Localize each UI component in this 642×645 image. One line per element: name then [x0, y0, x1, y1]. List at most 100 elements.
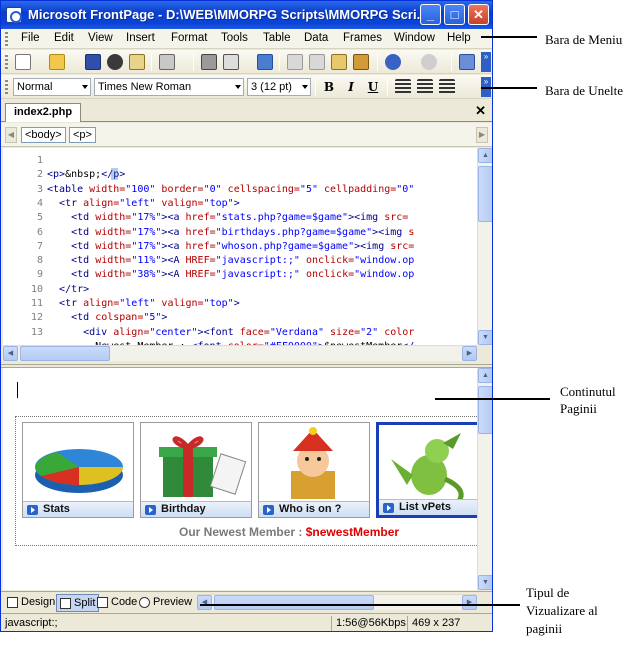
design-horizontal-scrollbar[interactable]: ◀ ▶ [197, 594, 477, 610]
menu-help[interactable]: Help [447, 32, 471, 44]
code-view-button[interactable]: Code [94, 594, 140, 612]
whoson-cell[interactable]: Who is on ? [258, 422, 370, 518]
design-vertical-scrollbar[interactable]: ▲ ▼ [477, 368, 492, 590]
toolbar-grip-icon[interactable] [5, 55, 8, 69]
stats-cell[interactable]: Stats [22, 422, 134, 518]
preview-view-button[interactable]: Preview [136, 594, 195, 612]
code-line[interactable]: 4 <tr align="left" valign="top"> [3, 198, 477, 212]
design-view-button[interactable]: Design [4, 594, 58, 612]
stats-label[interactable]: Stats [23, 501, 133, 517]
code-line[interactable]: 5 <td width="17%"><a href="stats.php?gam… [3, 212, 477, 226]
line-number: 13 [30, 326, 43, 338]
scroll-up-icon[interactable]: ▲ [478, 368, 492, 383]
scroll-right-icon[interactable]: ▶ [462, 346, 477, 361]
birthday-label[interactable]: Birthday [141, 501, 251, 517]
menu-frames[interactable]: Frames [343, 32, 382, 44]
split-view-button[interactable]: Split [56, 594, 100, 612]
menu-tools[interactable]: Tools [221, 32, 248, 44]
arrow-bullet-icon [145, 505, 156, 515]
minimize-button[interactable]: _ [420, 4, 441, 25]
align-center-icon[interactable] [417, 79, 433, 95]
scroll-down-icon[interactable]: ▼ [478, 330, 492, 345]
font-dropdown[interactable]: Times New Roman [94, 78, 244, 96]
title-bar[interactable]: Microsoft FrontPage - D:\WEB\MMORPG Scri… [1, 1, 492, 29]
italic-button[interactable]: I [341, 78, 361, 96]
folder-list-icon[interactable] [129, 54, 145, 70]
code-line[interactable]: 6 <td width="17%"><a href="birthdays.php… [3, 227, 477, 241]
list-vpets-cell[interactable]: List vPets [376, 422, 477, 518]
scroll-down-icon[interactable]: ▼ [478, 575, 492, 590]
menu-view[interactable]: View [88, 32, 113, 44]
menu-format[interactable]: Format [171, 32, 207, 44]
code-line[interactable]: 11 <tr align="left" valign="top"> [3, 298, 477, 312]
whoson-label[interactable]: Who is on ? [259, 501, 369, 517]
copy-icon[interactable] [309, 54, 325, 70]
redo-icon[interactable] [421, 54, 437, 70]
scroll-left-icon[interactable]: ◀ [197, 595, 212, 610]
list-vpets-label[interactable]: List vPets [379, 499, 477, 515]
code-line[interactable]: 2 <p>&nbsp;</p> [3, 169, 477, 183]
style-value: Normal [17, 81, 53, 93]
menu-window[interactable]: Window [394, 32, 435, 44]
open-folder-icon[interactable] [49, 54, 65, 70]
toolbar-options-icon[interactable]: » [481, 52, 491, 72]
code-line[interactable]: 10 </tr> [3, 284, 477, 298]
code-line[interactable]: 7 <td width="17%"><a href="whoson.php?ga… [3, 241, 477, 255]
status-page-size: 469 x 237 [407, 616, 464, 631]
menu-table[interactable]: Table [263, 32, 291, 44]
paste-icon[interactable] [331, 54, 347, 70]
tag-body[interactable]: <body> [21, 127, 66, 143]
print-icon[interactable] [201, 54, 217, 70]
web-component-icon[interactable] [459, 54, 475, 70]
align-left-icon[interactable] [395, 79, 411, 95]
code-vertical-scrollbar[interactable]: ▲ ▼ [477, 148, 492, 345]
save-icon[interactable] [85, 54, 101, 70]
bold-button[interactable]: B [319, 78, 339, 96]
scroll-right-icon[interactable]: ▶ [462, 595, 477, 610]
code-line[interactable]: 9 <td width="38%"><A HREF="javascript:;"… [3, 269, 477, 283]
menu-insert[interactable]: Insert [126, 32, 155, 44]
frontpage-app-icon[interactable] [6, 7, 22, 23]
code-line[interactable]: 3 <table width="100" border="0" cellspaci… [3, 184, 477, 198]
design-scroll-thumb[interactable] [478, 386, 492, 434]
code-line[interactable]: 13 <div align="center"><font face="Verda… [3, 327, 477, 341]
tag-right-arrow-icon[interactable]: ▶ [476, 127, 488, 143]
format-toolbar-grip-icon[interactable] [5, 80, 8, 94]
scroll-up-icon[interactable]: ▲ [478, 148, 492, 163]
menu-grip-icon[interactable] [5, 32, 8, 46]
font-size-dropdown[interactable]: 3 (12 pt) [247, 78, 311, 96]
search-icon[interactable] [107, 54, 123, 70]
code-hscroll-thumb[interactable] [20, 346, 110, 361]
tag-p[interactable]: <p> [69, 127, 96, 143]
close-button[interactable]: ✕ [468, 4, 489, 25]
underline-button[interactable]: U [363, 78, 383, 96]
quick-tag-selector: ◀ <body> <p> ▶ [1, 123, 492, 147]
code-horizontal-scrollbar[interactable]: ◀ ▶ [3, 345, 477, 361]
design-pane[interactable]: Stats Birthday Who is on ? List vPets Ou… [3, 368, 477, 590]
cut-icon[interactable] [287, 54, 303, 70]
align-right-icon[interactable] [439, 79, 455, 95]
code-line[interactable]: 12 <td colspan="5"> [3, 312, 477, 326]
print-preview-icon[interactable] [223, 54, 239, 70]
toolbar-annotation-line [481, 87, 537, 89]
code-scroll-thumb[interactable] [478, 166, 492, 222]
code-line[interactable]: 1 [3, 155, 477, 169]
design-hscroll-thumb[interactable] [214, 595, 374, 610]
new-page-icon[interactable] [15, 54, 31, 70]
code-pane[interactable]: 1 2 <p>&nbsp;</p> 3 <table width="100" borde… [3, 148, 477, 345]
publish-icon[interactable] [159, 54, 175, 70]
tab-index2-php[interactable]: index2.php [5, 103, 82, 122]
menu-data[interactable]: Data [304, 32, 328, 44]
style-dropdown[interactable]: Normal [13, 78, 91, 96]
tag-left-arrow-icon[interactable]: ◀ [5, 127, 17, 143]
spelling-icon[interactable] [257, 54, 273, 70]
undo-icon[interactable] [385, 54, 401, 70]
menu-file[interactable]: File [21, 32, 40, 44]
menu-edit[interactable]: Edit [54, 32, 74, 44]
maximize-button[interactable]: □ [444, 4, 465, 25]
close-document-icon[interactable]: ✕ [475, 103, 486, 119]
code-line[interactable]: 8 <td width="11%"><A HREF="javascript:;"… [3, 255, 477, 269]
scroll-left-icon[interactable]: ◀ [3, 346, 18, 361]
format-painter-icon[interactable] [353, 54, 369, 70]
birthday-cell[interactable]: Birthday [140, 422, 252, 518]
